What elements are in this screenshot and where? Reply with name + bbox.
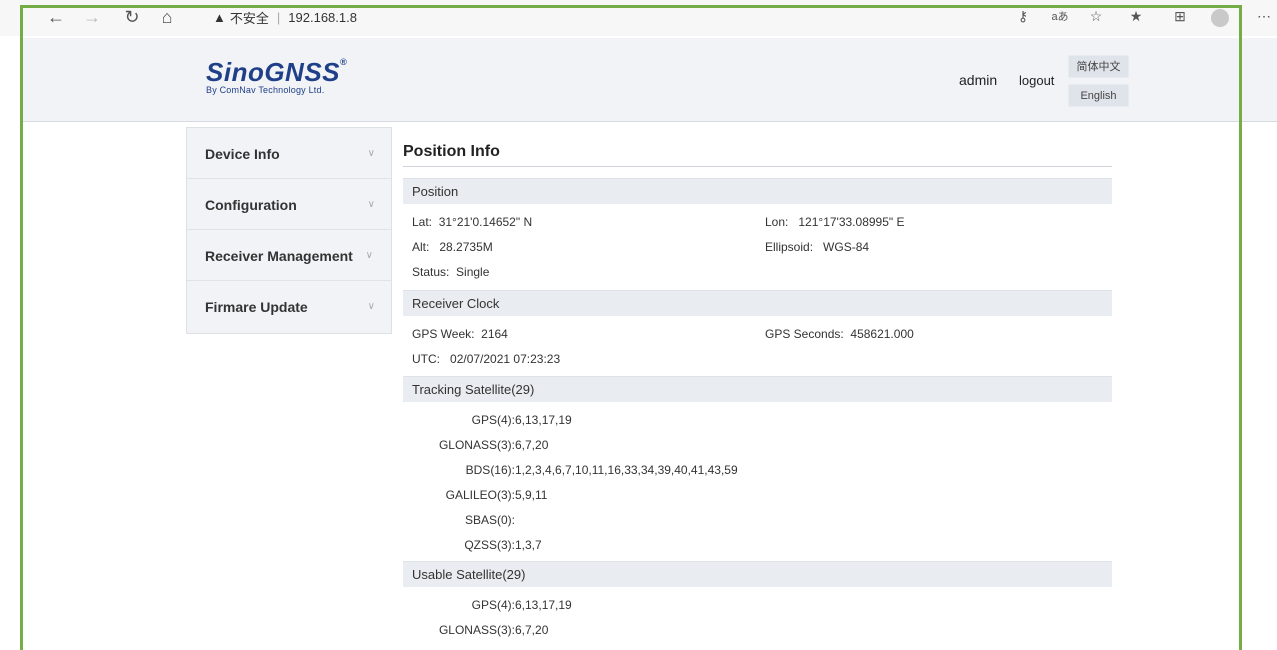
username: admin xyxy=(959,72,998,88)
sat-ids: 5,9,11 xyxy=(515,488,548,502)
ellipsoid-value: WGS-84 xyxy=(823,240,870,254)
gps-week-field: GPS Week: 2164 xyxy=(412,327,508,341)
alt-label: Alt: xyxy=(412,240,430,254)
receiver-clock-section: GPS Week: 2164 GPS Seconds: 458621.000 U… xyxy=(403,316,1112,376)
chevron-down-icon: ∨ xyxy=(365,250,373,261)
sat-ids: 6,13,17,19 xyxy=(515,598,572,612)
key-icon[interactable]: ⚷ xyxy=(1013,8,1033,25)
sat-ids: 6,13,17,19 xyxy=(515,413,572,427)
sat-system-label: GALILEO(3): xyxy=(445,488,515,502)
language-english-button[interactable]: English xyxy=(1068,84,1129,107)
more-menu-icon[interactable]: ⋯ xyxy=(1254,8,1274,25)
section-header-tracking-satellite: Tracking Satellite(29) xyxy=(403,376,1112,402)
gps-week-label: GPS Week: xyxy=(412,327,475,341)
profile-avatar-icon[interactable] xyxy=(1211,9,1229,27)
lon-label: Lon: xyxy=(765,215,789,229)
alt-field: Alt: 28.2735M xyxy=(412,240,493,254)
alt-value: 28.2735M xyxy=(439,240,493,254)
browser-toolbar: ← → ↻ ⌂ ▲ 不安全 | 192.168.1.8 ⚷ aあ ☆ ★ ⊞ ⋯ xyxy=(0,0,1277,36)
sidebar-item-configuration[interactable]: Configuration ∨ xyxy=(187,179,391,230)
warning-icon: ▲ xyxy=(213,10,226,25)
gps-seconds-field: GPS Seconds: 458621.000 xyxy=(765,327,914,341)
status-field: Status: Single xyxy=(412,265,489,279)
gps-week-value: 2164 xyxy=(481,327,508,341)
address-bar[interactable]: ▲ 不安全 | 192.168.1.8 xyxy=(213,8,357,27)
sidebar-menu: Device Info ∨ Configuration ∨ Receiver M… xyxy=(186,127,392,334)
usable-row-gps: GPS(4): 6,13,17,19 xyxy=(472,598,572,612)
logout-link[interactable]: logout xyxy=(1019,73,1054,88)
tracking-row-glonass: GLONASS(3): 6,7,20 xyxy=(439,438,549,452)
tracking-row-qzss: QZSS(3): 1,3,7 xyxy=(464,538,542,552)
collections-icon[interactable]: ⊞ xyxy=(1170,8,1190,25)
favorite-add-icon[interactable]: ☆ xyxy=(1086,8,1106,25)
page-title: Position Info xyxy=(403,132,1112,167)
sat-system-label: GPS(4): xyxy=(471,598,515,612)
sat-system-label: GLONASS(3): xyxy=(438,438,515,452)
sat-system-label: GPS(4): xyxy=(471,413,515,427)
section-header-position: Position xyxy=(403,178,1112,204)
tracking-row-bds: BDS(16): 1,2,3,4,6,7,10,11,16,33,34,39,40… xyxy=(466,463,738,477)
utc-value: 02/07/2021 07:23:23 xyxy=(450,352,561,366)
lon-value: 121°17'33.08995" E xyxy=(798,215,905,229)
chevron-down-icon: ∨ xyxy=(367,148,375,159)
forward-arrow-icon[interactable]: → xyxy=(81,6,103,28)
sidebar-item-receiver-management[interactable]: Receiver Management ∨ xyxy=(187,230,391,281)
sat-system-label: SBAS(0): xyxy=(464,513,515,527)
utc-field: UTC: 02/07/2021 07:23:23 xyxy=(412,352,560,366)
usable-satellite-section: GPS(4): 6,13,17,19 GLONASS(3): 6,7,20 xyxy=(403,587,1112,647)
gps-seconds-label: GPS Seconds: xyxy=(765,327,844,341)
sidebar-item-firmware-update[interactable]: Firmare Update ∨ xyxy=(187,281,391,332)
tracking-satellite-section: GPS(4): 6,13,17,19 GLONASS(3): 6,7,20 BDS(… xyxy=(403,402,1112,561)
language-chinese-button[interactable]: 简体中文 xyxy=(1068,55,1129,78)
position-info-panel: Position Info Position Lat: 31°21'0.1465… xyxy=(403,132,1112,647)
registered-mark: ® xyxy=(340,57,348,67)
security-label: 不安全 xyxy=(229,11,269,26)
gps-seconds-value: 458621.000 xyxy=(850,327,914,341)
sat-ids: 6,7,20 xyxy=(515,438,549,452)
status-value: Single xyxy=(456,265,490,279)
sat-ids: 1,2,3,4,6,7,10,11,16,33,34,39,40,41,43,5… xyxy=(515,463,738,477)
lat-field: Lat: 31°21'0.14652" N xyxy=(412,215,532,229)
sat-system-label: BDS(16): xyxy=(465,463,515,477)
sidebar-item-label: Receiver Management xyxy=(205,248,353,264)
tracking-row-galileo: GALILEO(3): 5,9,11 xyxy=(446,488,548,502)
section-header-usable-satellite: Usable Satellite(29) xyxy=(403,561,1112,587)
utc-label: UTC: xyxy=(412,352,440,366)
read-aloud-icon[interactable]: aあ xyxy=(1050,8,1070,24)
chevron-down-icon: ∨ xyxy=(367,199,375,210)
refresh-icon[interactable]: ↻ xyxy=(121,6,143,28)
url-text: 192.168.1.8 xyxy=(288,10,357,25)
sat-system-label: GLONASS(3): xyxy=(438,623,515,637)
chevron-down-icon: ∨ xyxy=(367,301,375,312)
back-arrow-icon[interactable]: ← xyxy=(45,6,67,28)
ellipsoid-field: Ellipsoid: WGS-84 xyxy=(765,240,869,254)
section-header-receiver-clock: Receiver Clock xyxy=(403,290,1112,316)
lat-label: Lat: xyxy=(412,215,433,229)
sidebar-item-label: Firmare Update xyxy=(205,299,308,315)
sidebar-item-label: Configuration xyxy=(205,197,297,213)
usable-row-glonass: GLONASS(3): 6,7,20 xyxy=(439,623,549,637)
sat-system-label: QZSS(3): xyxy=(464,538,515,552)
sat-ids: 6,7,20 xyxy=(515,623,549,637)
lon-field: Lon: 121°17'33.08995" E xyxy=(765,215,904,229)
sinognss-logo: SinoGNSS® By ComNav Technology Ltd. xyxy=(206,57,347,95)
position-section: Lat: 31°21'0.14652" N Lon: 121°17'33.089… xyxy=(403,204,1112,290)
favorites-list-icon[interactable]: ★ xyxy=(1126,8,1146,25)
brand-name: SinoGNSS xyxy=(206,57,341,87)
ellipsoid-label: Ellipsoid: xyxy=(765,240,814,254)
lat-value: 31°21'0.14652" N xyxy=(438,215,533,229)
sat-ids: 1,3,7 xyxy=(515,538,542,552)
tracking-row-gps: GPS(4): 6,13,17,19 xyxy=(472,413,572,427)
sidebar-item-label: Device Info xyxy=(205,146,280,162)
address-separator: | xyxy=(276,10,281,25)
sidebar-item-device-info[interactable]: Device Info ∨ xyxy=(187,128,391,179)
status-label: Status: xyxy=(412,265,450,279)
home-icon[interactable]: ⌂ xyxy=(156,6,178,28)
